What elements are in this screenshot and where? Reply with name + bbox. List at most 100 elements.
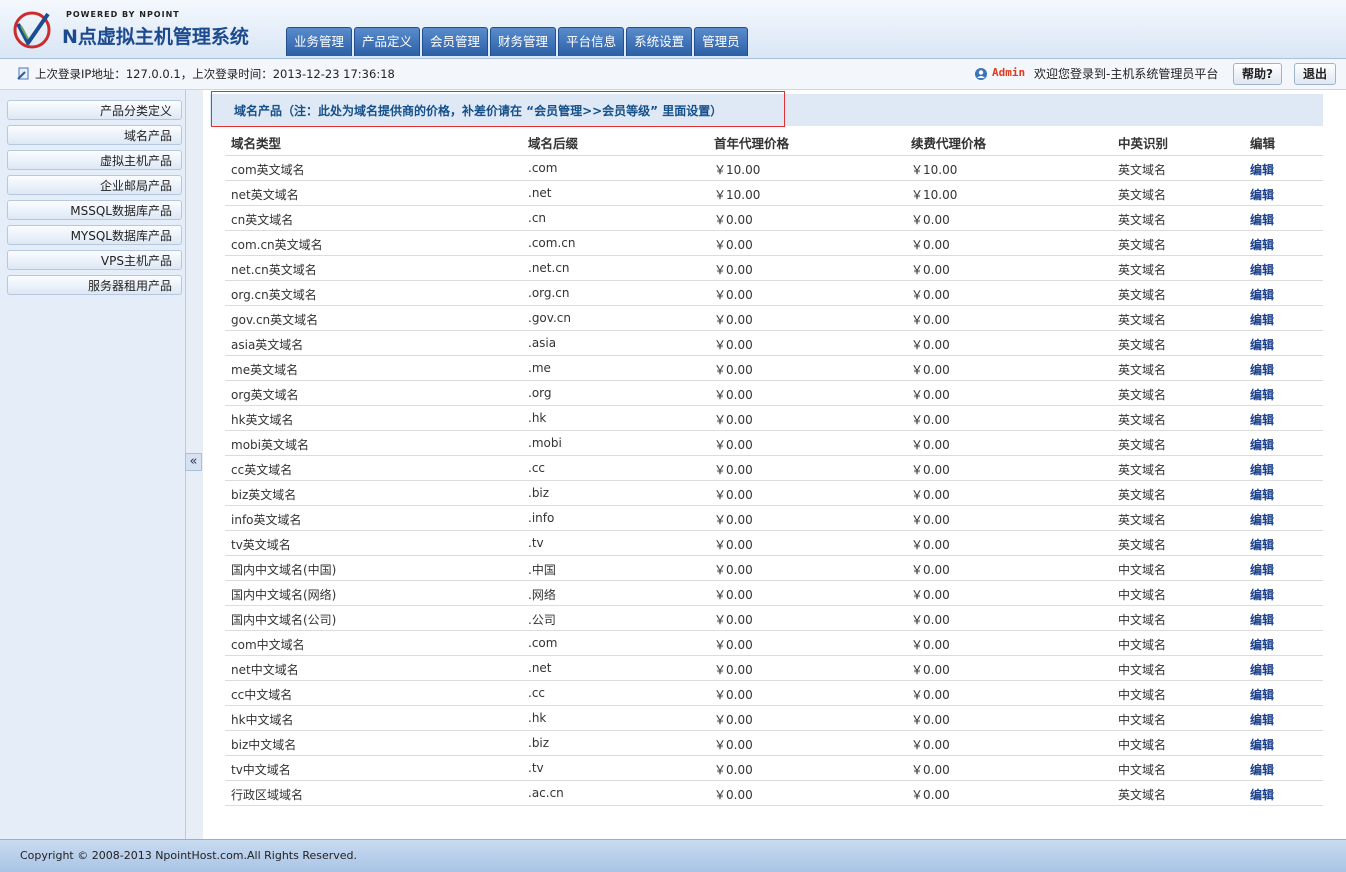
cell-language: 英文域名 [1118,238,1167,252]
edit-link[interactable]: 编辑 [1250,336,1274,353]
edit-link[interactable]: 编辑 [1250,786,1274,803]
cell-language: 英文域名 [1118,788,1167,802]
cell-first-year-price: ￥0.00 [714,413,753,427]
edit-link[interactable]: 编辑 [1250,436,1274,453]
edit-link[interactable]: 编辑 [1250,586,1274,603]
cell-first-year-price: ￥0.00 [714,763,753,777]
edit-link[interactable]: 编辑 [1250,261,1274,278]
cell-first-year-price: ￥0.00 [714,288,753,302]
cell-language: 中文域名 [1118,588,1167,602]
cell-language: 英文域名 [1118,188,1167,202]
cell-domain-type: cc中文域名 [231,688,293,702]
cell-renewal-price: ￥0.00 [911,738,950,752]
help-button[interactable]: 帮助? [1233,63,1282,85]
collapse-sidebar-button[interactable]: « [185,453,202,471]
nav-business[interactable]: 业务管理 [286,27,353,56]
edit-link[interactable]: 编辑 [1250,536,1274,553]
nav-finance[interactable]: 财务管理 [490,27,557,56]
table-row: 国内中文域名(公司) .公司 ￥0.00 ￥0.00 中文域名 编辑 [225,606,1323,631]
cell-renewal-price: ￥0.00 [911,688,950,702]
edit-link[interactable]: 编辑 [1250,361,1274,378]
cell-renewal-price: ￥0.00 [911,588,950,602]
cell-language: 中文域名 [1118,763,1167,777]
edit-link[interactable]: 编辑 [1250,211,1274,228]
admin-username: Admin [992,66,1026,79]
table-row: hk中文域名 .hk ￥0.00 ￥0.00 中文域名 编辑 [225,706,1323,731]
sidebar-item-mssql[interactable]: MSSQL数据库产品 [7,200,182,220]
edit-link[interactable]: 编辑 [1250,736,1274,753]
cell-language: 英文域名 [1118,363,1167,377]
cell-first-year-price: ￥0.00 [714,713,753,727]
cell-domain-type: biz中文域名 [231,738,297,752]
table-row: net中文域名 .net ￥0.00 ￥0.00 中文域名 编辑 [225,656,1323,681]
cell-suffix: .com [528,161,558,175]
cell-renewal-price: ￥0.00 [911,313,950,327]
cell-domain-type: 国内中文域名(中国) [231,563,337,577]
edit-link[interactable]: 编辑 [1250,286,1274,303]
cell-suffix: .ac.cn [528,786,564,800]
edit-link[interactable]: 编辑 [1250,761,1274,778]
table-row: 行政区域域名 .ac.cn ￥0.00 ￥0.00 英文域名 编辑 [225,781,1323,806]
nav-product-definition[interactable]: 产品定义 [354,27,421,56]
sidebar-item-mail[interactable]: 企业邮局产品 [7,175,182,195]
cell-domain-type: net.cn英文域名 [231,263,317,277]
edit-link[interactable]: 编辑 [1250,511,1274,528]
edit-link[interactable]: 编辑 [1250,461,1274,478]
info-bar: 上次登录IP地址：127.0.0.1，上次登录时间：2013-12-23 17:… [0,59,1346,90]
sidebar-item-virtual-host[interactable]: 虚拟主机产品 [7,150,182,170]
nav-admin[interactable]: 管理员 [694,27,748,56]
cell-suffix: .gov.cn [528,311,571,325]
cell-domain-type: asia英文域名 [231,338,304,352]
cell-first-year-price: ￥0.00 [714,663,753,677]
col-renewal-price: 续费代理价格 [911,136,987,151]
sidebar-item-category[interactable]: 产品分类定义 [7,100,182,120]
sidebar-item-mysql[interactable]: MYSQL数据库产品 [7,225,182,245]
cell-first-year-price: ￥0.00 [714,563,753,577]
nav-member[interactable]: 会员管理 [422,27,489,56]
sidebar: 产品分类定义 域名产品 虚拟主机产品 企业邮局产品 MSSQL数据库产品 MYS… [0,90,186,839]
header: POWERED BY NPOINT N点虚拟主机管理系统 业务管理 产品定义 会… [0,0,1346,59]
nav-platform-info[interactable]: 平台信息 [558,27,625,56]
cell-renewal-price: ￥0.00 [911,288,950,302]
cell-language: 英文域名 [1118,538,1167,552]
logout-button[interactable]: 退出 [1294,63,1337,85]
edit-link[interactable]: 编辑 [1250,636,1274,653]
cell-language: 英文域名 [1118,263,1167,277]
cell-domain-type: com英文域名 [231,163,305,177]
edit-link[interactable]: 编辑 [1250,236,1274,253]
cell-domain-type: hk英文域名 [231,413,294,427]
edit-link[interactable]: 编辑 [1250,611,1274,628]
cell-suffix: .公司 [528,613,556,627]
edit-link[interactable]: 编辑 [1250,486,1274,503]
cell-renewal-price: ￥0.00 [911,513,950,527]
nav-system-settings[interactable]: 系统设置 [626,27,693,56]
edit-link[interactable]: 编辑 [1250,186,1274,203]
edit-link[interactable]: 编辑 [1250,561,1274,578]
edit-link[interactable]: 编辑 [1250,711,1274,728]
sidebar-item-domain[interactable]: 域名产品 [7,125,182,145]
cell-first-year-price: ￥0.00 [714,513,753,527]
cell-domain-type: biz英文域名 [231,488,297,502]
cell-domain-type: org.cn英文域名 [231,288,317,302]
table-row: com中文域名 .com ￥0.00 ￥0.00 中文域名 编辑 [225,631,1323,656]
table-row: com.cn英文域名 .com.cn ￥0.00 ￥0.00 英文域名 编辑 [225,231,1323,256]
edit-link[interactable]: 编辑 [1250,686,1274,703]
cell-language: 中文域名 [1118,663,1167,677]
edit-link[interactable]: 编辑 [1250,411,1274,428]
sidebar-item-vps[interactable]: VPS主机产品 [7,250,182,270]
table-row: cc英文域名 .cc ￥0.00 ￥0.00 英文域名 编辑 [225,456,1323,481]
main-nav: 业务管理 产品定义 会员管理 财务管理 平台信息 系统设置 管理员 [286,27,748,56]
cell-first-year-price: ￥0.00 [714,488,753,502]
cell-domain-type: cc英文域名 [231,463,293,477]
cell-language: 英文域名 [1118,413,1167,427]
sidebar-item-server-rental[interactable]: 服务器租用产品 [7,275,182,295]
edit-link[interactable]: 编辑 [1250,661,1274,678]
table-row: tv英文域名 .tv ￥0.00 ￥0.00 英文域名 编辑 [225,531,1323,556]
edit-link[interactable]: 编辑 [1250,161,1274,178]
cell-suffix: .tv [528,536,544,550]
col-first-year-price: 首年代理价格 [714,136,790,151]
edit-link[interactable]: 编辑 [1250,311,1274,328]
cell-language: 英文域名 [1118,438,1167,452]
table-row: 国内中文域名(中国) .中国 ￥0.00 ￥0.00 中文域名 编辑 [225,556,1323,581]
edit-link[interactable]: 编辑 [1250,386,1274,403]
